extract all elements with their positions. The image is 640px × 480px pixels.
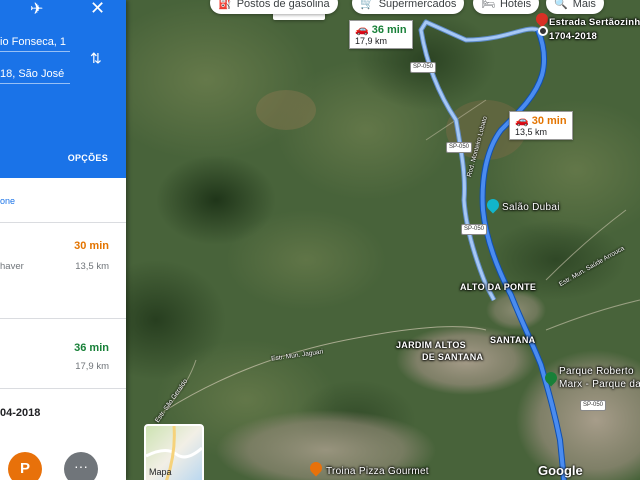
cart-icon: 🛒 xyxy=(360,0,374,10)
route-option-2[interactable]: 36 min 17,9 km xyxy=(0,330,126,408)
place-button[interactable]: P xyxy=(8,452,42,480)
divider xyxy=(0,222,126,223)
chip-supermarkets[interactable]: 🛒 Supermercados xyxy=(352,0,465,14)
options-bar: OPÇÕES xyxy=(0,138,126,178)
road-shield: SP-050 xyxy=(410,62,437,73)
car-icon: 🚗 xyxy=(355,24,369,36)
divider xyxy=(0,318,126,319)
route-note: haver xyxy=(0,261,24,272)
options-button[interactable]: OPÇÕES xyxy=(68,153,108,163)
route-distance: 13,5 km xyxy=(75,261,109,272)
fuel-icon: ⛽ xyxy=(218,0,232,10)
car-icon: 🚗 xyxy=(515,115,529,127)
route-distance: 17,9 km xyxy=(75,361,109,372)
place-parque-line2: Marx - Parque da xyxy=(559,379,640,390)
chip-label: Mais xyxy=(572,0,596,10)
satellite-map[interactable]: Pt ▾ ⛽Postos de gasolina 🛒Supermercados … xyxy=(126,0,640,480)
route-box-alternate[interactable]: 🚗 36 min 17,9 km xyxy=(349,20,413,49)
destination-label: 04-2018 xyxy=(0,407,41,419)
chip-label: Hotéis xyxy=(499,0,532,10)
destination-dot xyxy=(538,26,548,36)
map-type-label: Mapa xyxy=(149,467,172,477)
map-type-toggle[interactable]: Mapa xyxy=(144,424,204,480)
route-time: 30 min xyxy=(74,240,109,252)
area-alto-da-ponte: ALTO DA PONTE xyxy=(460,282,537,292)
divider xyxy=(0,388,126,389)
origin-field[interactable]: io Fonseca, 1 xyxy=(0,36,70,52)
close-icon[interactable]: ✕ xyxy=(90,0,105,17)
area-santana: SANTANA xyxy=(490,335,536,345)
area-jardim-altos: JARDIM ALTOS xyxy=(396,340,466,350)
destination-subtitle: 1704-2018 xyxy=(549,31,598,42)
route-time: 36 min xyxy=(74,342,109,354)
chip-more[interactable]: 🔍 Mais xyxy=(546,0,604,14)
chip-label: Supermercados xyxy=(378,0,457,10)
route-box-distance: 17,9 km xyxy=(355,36,388,46)
route-box-time: 36 min xyxy=(371,24,407,36)
route-option-1[interactable]: 30 min haver 13,5 km xyxy=(0,228,126,306)
more-button[interactable]: ··· xyxy=(64,452,98,480)
swap-icon[interactable]: ⇅ xyxy=(90,50,102,66)
bed-icon: 🛏 xyxy=(481,0,495,10)
satellite-imagery xyxy=(126,0,640,480)
search-icon: 🔍 xyxy=(554,0,568,10)
route-box-distance: 13,5 km xyxy=(515,127,548,137)
place-parque-line1[interactable]: Parque Roberto xyxy=(559,366,634,377)
flight-icon[interactable]: ✈ xyxy=(30,2,43,18)
place-salao-dubai[interactable]: Salão Dubai xyxy=(502,202,560,213)
place-pizza[interactable]: Troina Pizza Gourmet xyxy=(326,466,429,477)
route-box-time: 30 min xyxy=(531,115,567,127)
destination-field[interactable]: 18, São José xyxy=(0,68,70,84)
directions-panel: ✈ ✕ io Fonseca, 1 18, São José ⇅ OPÇÕES … xyxy=(0,0,126,480)
google-logo: Google xyxy=(538,463,583,478)
route-box-primary[interactable]: 🚗 30 min 13,5 km xyxy=(509,111,573,140)
chip-label: Postos de gasolina xyxy=(236,0,330,10)
road-shield: SP-050 xyxy=(461,224,488,235)
directions-header: ✈ ✕ io Fonseca, 1 18, São José ⇅ xyxy=(0,0,126,138)
area-de-santana: DE SANTANA xyxy=(422,352,484,362)
road-shield: SP-050 xyxy=(446,142,473,153)
destination-name[interactable]: Estrada Sertãozinh xyxy=(549,17,640,28)
road-shield: SP-050 xyxy=(580,400,607,411)
chip-hotels[interactable]: 🛏 Hotéis xyxy=(473,0,540,14)
route-notice[interactable]: one xyxy=(0,196,15,206)
chip-gas-stations[interactable]: ⛽ Postos de gasolina xyxy=(210,0,338,14)
